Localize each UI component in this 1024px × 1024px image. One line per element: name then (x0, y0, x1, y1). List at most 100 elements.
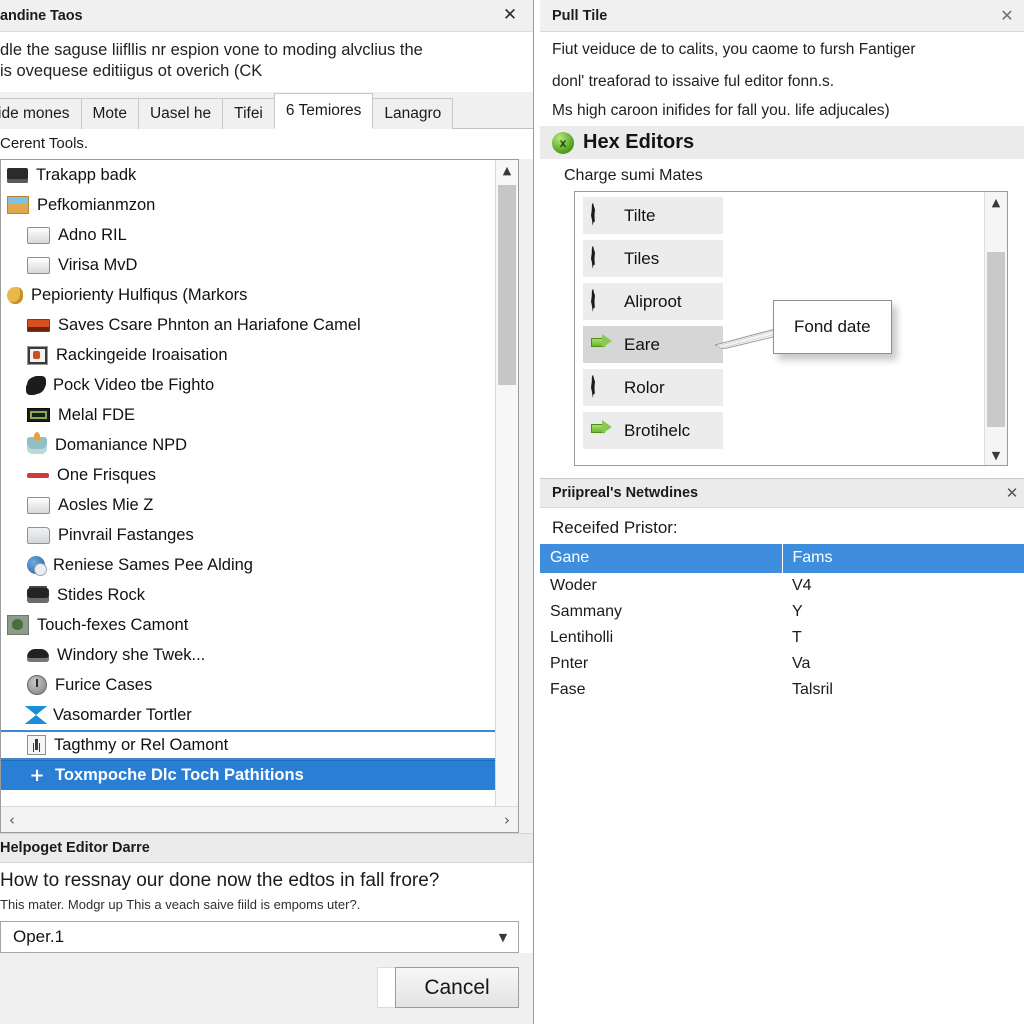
column-header-gane[interactable]: Gane (540, 544, 783, 574)
list-item[interactable]: Aliproot (583, 283, 723, 321)
tree-row[interactable]: Virisa MvD (1, 250, 518, 280)
scrollbar-thumb[interactable] (987, 252, 1005, 428)
right-intro-line-3: Ms high caroon inifides for fall you. li… (552, 102, 890, 120)
cell-value: Talsril (782, 677, 1024, 704)
cell-name: Sammany (540, 599, 782, 626)
tree-vertical-scrollbar[interactable]: ▲ (495, 160, 518, 806)
left-window-title: andine Taos (0, 7, 83, 24)
ok-button-partial[interactable] (377, 967, 395, 1008)
tree-item-label: Pepiorienty Hulfiqus (Markors (31, 285, 248, 304)
table-row[interactable]: Pnter Va (540, 651, 1024, 678)
tree-row[interactable]: One Frisques (1, 460, 518, 490)
dialog-button-row: Cancel (0, 953, 533, 1024)
chevron-right-icon[interactable]: › (496, 811, 518, 829)
right-intro-line-1: Fiut veiduce de to calits, you caome to … (552, 41, 916, 58)
tree-row[interactable]: Pepiorienty Hulfiqus (Markors (1, 280, 518, 310)
hex-editors-header: x Hex Editors (540, 126, 1024, 160)
chevron-left-icon[interactable]: ‹ (1, 811, 23, 829)
tree-item-label: Vasomarder Tortler (53, 705, 192, 724)
chevron-up-icon[interactable]: ▲ (985, 192, 1007, 212)
tree-row[interactable]: Saves Csare Phnton an Hariafone Camel (1, 310, 518, 340)
tree-row-selected[interactable]: + Toxmpoche Dlc Toch Pathitions (1, 760, 518, 791)
tree-row[interactable]: Furice Cases (1, 670, 518, 700)
plus-icon[interactable]: + (27, 765, 47, 786)
green-square-icon (7, 615, 29, 636)
tree-item-label: Adno RIL (58, 225, 127, 244)
listbox-vertical-scrollbar[interactable]: ▲ ▼ (984, 192, 1007, 466)
tab-ide-mones[interactable]: ide mones (0, 98, 82, 130)
table-row[interactable]: Sammany Y (540, 599, 1024, 626)
right-pane: Pull Tile ✕ Fiut veiduce de to calits, y… (540, 0, 1024, 1024)
tab-6-temiores[interactable]: 6 Temiores (273, 93, 374, 130)
star-icon (591, 202, 617, 227)
list-item[interactable]: Rolor (583, 369, 723, 407)
table-row[interactable]: Woder V4 (540, 573, 1024, 600)
table-row[interactable]: Fase Talsril (540, 677, 1024, 704)
prefs-section-header: Priipreal's Netwdines ✕ (540, 479, 1024, 509)
tree-row[interactable]: Pefkomianmzon (1, 190, 518, 220)
tree-row[interactable]: Trakapp badk (1, 160, 518, 190)
received-label: Receifed Pristor: (552, 518, 678, 538)
cell-name: Woder (540, 573, 782, 600)
diamond-icon (24, 706, 48, 725)
tree-row[interactable]: Melal FDE (1, 400, 518, 430)
tab-strip: ide mones Mote Uasel he Tifei 6 Temiores… (0, 92, 533, 130)
tree-row[interactable]: Windory she Twek... (1, 640, 518, 670)
tab-mote[interactable]: Mote (80, 98, 139, 130)
tab-lanagro[interactable]: Lanagro (372, 98, 454, 130)
close-icon[interactable]: ✕ (1000, 479, 1024, 507)
printer-alt-icon (27, 587, 49, 603)
tree-item-label: Trakapp badk (36, 165, 137, 184)
tree-row[interactable]: Vasomarder Tortler (1, 700, 518, 730)
tree-view[interactable]: Trakapp badk Pefkomianmzon Adno RIL Viri… (1, 160, 518, 806)
prefs-table: Gane Fams Woder V4 Sammany Y Lentiholli (540, 544, 1024, 704)
option-dropdown[interactable]: Oper.1 ▼ (0, 921, 519, 953)
chevron-up-icon[interactable]: ▲ (496, 160, 518, 181)
tree-row[interactable]: Reniese Sames Pee Alding (1, 550, 518, 580)
tree-item-label: Tagthmy or Rel Oamont (54, 735, 229, 754)
tree-row[interactable]: Pinvrail Fastanges (1, 520, 518, 550)
tree-row[interactable]: Stides Rock (1, 580, 518, 610)
list-item[interactable]: Tilte (583, 197, 723, 235)
tree-row[interactable]: Domaniance NPD (1, 430, 518, 460)
list-item-label: Tilte (624, 205, 656, 225)
chevron-down-icon[interactable]: ▼ (488, 931, 518, 944)
list-item[interactable]: Tiles (583, 240, 723, 278)
list-item-label: Brotihelc (624, 420, 691, 440)
cancel-button[interactable]: Cancel (395, 967, 519, 1008)
tree-horizontal-scrollbar[interactable]: ‹ › (1, 806, 518, 832)
tree-row[interactable]: Pock Video tbe Fighto (1, 370, 518, 400)
tree-row[interactable]: Tagthmy or Rel Oamont (1, 730, 518, 761)
tree-row[interactable]: Rackingeide Iroaisation (1, 340, 518, 370)
list-item[interactable]: Brotihelc (583, 412, 723, 450)
hex-editors-title: Hex Editors (583, 131, 695, 154)
tree-item-label: One Frisques (57, 465, 157, 484)
list-item-active[interactable]: Eare (583, 326, 723, 364)
splat-icon (27, 376, 45, 394)
column-header-fams[interactable]: Fams (782, 544, 1024, 574)
table-header-row: Gane Fams (540, 544, 1024, 574)
close-icon[interactable]: ✕ (992, 0, 1022, 31)
tab-tifei[interactable]: Tifei (222, 98, 275, 130)
star-icon (591, 288, 617, 313)
blank-page-icon (27, 496, 50, 514)
table-row[interactable]: Lentiholli T (540, 625, 1024, 652)
tree-row[interactable]: Adno RIL (1, 220, 518, 250)
help-question: How to ressnay our done now the edtos in… (0, 870, 440, 891)
option-dropdown-value: Oper.1 (13, 927, 65, 946)
scrollbar-thumb[interactable] (498, 185, 516, 386)
help-section-header: Helpoget Editor Darre (0, 833, 533, 863)
tree-item-label: Saves Csare Phnton an Hariafone Camel (58, 315, 361, 334)
cell-name: Pnter (540, 651, 782, 678)
green-arrow-icon (591, 420, 617, 442)
tree-item-label: Virisa MvD (58, 255, 138, 274)
tree-item-label: Reniese Sames Pee Alding (53, 555, 253, 574)
close-icon[interactable]: ✕ (487, 0, 533, 31)
left-intro-text: dle the saguse liifllis nr espion vone t… (0, 32, 533, 93)
tree-row[interactable]: Aosles Mie Z (1, 490, 518, 520)
tab-uasel-he[interactable]: Uasel he (137, 98, 224, 130)
hex-editors-listbox[interactable]: Tilte Tiles Aliproot Eare Rolor Brotihel… (574, 191, 1008, 467)
chevron-down-icon[interactable]: ▼ (985, 445, 1007, 465)
tree-row[interactable]: Touch-fexes Camont (1, 610, 518, 640)
green-ball-icon: x (552, 131, 574, 154)
